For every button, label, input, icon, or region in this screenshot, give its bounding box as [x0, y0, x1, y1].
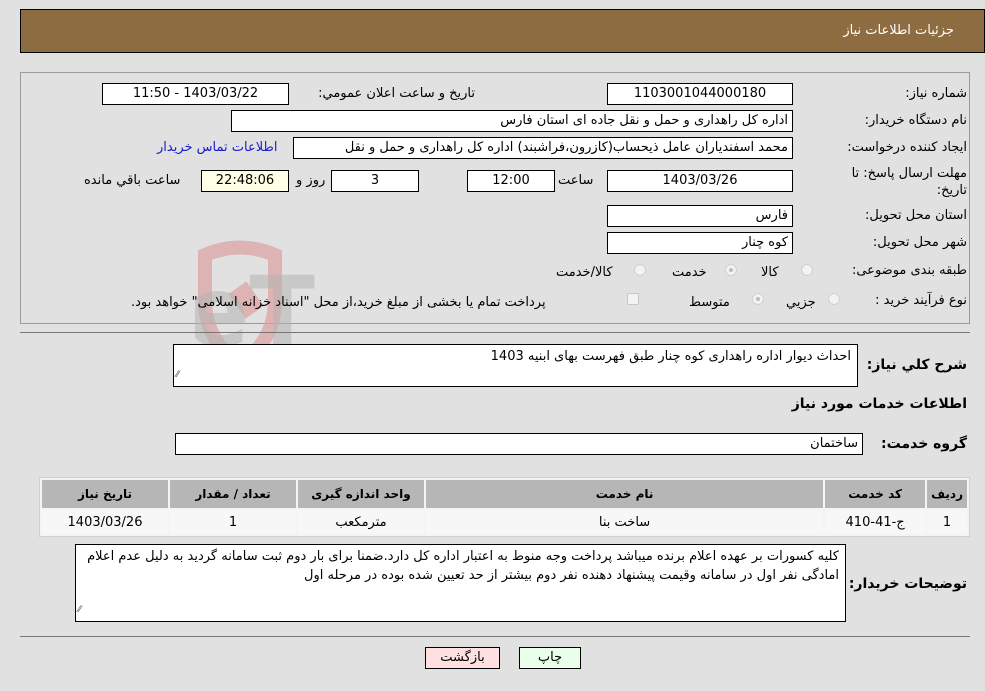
page-title: جزئیات اطلاعات نیاز: [843, 23, 954, 38]
delivery-city-field[interactable]: کوه چنار: [607, 232, 793, 254]
purchase-option-minor: جزيي: [786, 295, 816, 310]
deadline-time-label: ساعت: [558, 173, 594, 188]
deadline-date-field[interactable]: 1403/03/26: [607, 170, 793, 192]
footer-divider: [20, 636, 970, 637]
cell-service-name: ساخت بنا: [426, 510, 824, 534]
remaining-time-field: 22:48:06: [201, 170, 289, 192]
purchase-radio-minor[interactable]: [828, 293, 840, 305]
service-group-field[interactable]: ساختمان: [175, 433, 863, 455]
services-section-title: اطلاعات خدمات مورد نياز: [791, 396, 967, 412]
deadline-time-field[interactable]: 12:00: [467, 170, 555, 192]
cell-unit: مترمکعب: [298, 510, 424, 534]
deadline-label-line1: مهلت ارسال پاسخ: تا: [851, 166, 967, 181]
col-header-unit: واحد اندازه گيری: [298, 480, 424, 508]
buyer-notes-text: کلیه کسورات بر عهده اعلام برنده میباشد پ…: [87, 549, 839, 583]
print-button[interactable]: چاپ: [519, 647, 581, 669]
treasury-note: پرداخت تمام يا بخشی از مبلغ خريد،از محل …: [131, 295, 546, 310]
col-header-row-number: رديف: [927, 480, 967, 508]
description-textarea[interactable]: احداث دیوار اداره راهداری کوه چنار طبق ف…: [173, 344, 858, 387]
purchase-type-label: نوع فرآيند خريد :: [875, 293, 967, 308]
cell-need-date: 1403/03/26: [42, 510, 168, 534]
service-group-label: گروه خدمت:: [881, 436, 967, 452]
buyer-notes-textarea[interactable]: کلیه کسورات بر عهده اعلام برنده میباشد پ…: [75, 544, 846, 622]
need-number-field[interactable]: 1103001044000180: [607, 83, 793, 105]
delivery-province-field[interactable]: فارس: [607, 205, 793, 227]
announce-datetime-field[interactable]: 1403/03/22 - 11:50: [102, 83, 289, 105]
buyer-org-label: نام دستگاه خريدار:: [864, 113, 967, 128]
deadline-label-line2: تاريخ:: [936, 183, 967, 198]
resize-grip-icon[interactable]: ⁄⁄: [78, 601, 81, 620]
need-number-label: شماره نیاز:: [905, 86, 967, 101]
requester-label: ايجاد کننده درخواست:: [847, 140, 967, 155]
category-option-service: خدمت: [672, 265, 707, 280]
page-header: جزئیات اطلاعات نیاز: [20, 9, 985, 53]
table-row: 1 ج-41-410 ساخت بنا مترمکعب 1 1403/03/26: [42, 510, 967, 534]
section-divider: [20, 332, 970, 333]
category-radio-goods[interactable]: [801, 264, 813, 276]
category-option-goods: کالا: [761, 265, 779, 280]
col-header-service-code: کد خدمت: [825, 480, 926, 508]
purchase-radio-medium[interactable]: [752, 293, 764, 305]
resize-grip-icon[interactable]: ⁄⁄: [176, 366, 179, 385]
remaining-days-field[interactable]: 3: [331, 170, 419, 192]
remaining-time-label: ساعت باقي مانده: [84, 173, 181, 188]
category-radio-service[interactable]: [725, 264, 737, 276]
category-radio-goods-service[interactable]: [634, 264, 646, 276]
cell-row-number: 1: [927, 510, 967, 534]
col-header-need-date: تاريخ نياز: [42, 480, 168, 508]
table-header-row: رديف کد خدمت نام خدمت واحد اندازه گيری ت…: [42, 480, 967, 508]
description-text: احداث دیوار اداره راهداری کوه چنار طبق ف…: [490, 349, 851, 364]
cell-quantity: 1: [170, 510, 296, 534]
category-option-goods-service: کالا/خدمت: [556, 265, 613, 280]
announce-datetime-label: تاريخ و ساعت اعلان عمومي:: [318, 86, 475, 101]
purchase-option-medium: متوسط: [689, 295, 730, 310]
delivery-city-label: شهر محل تحويل:: [872, 235, 967, 250]
category-label: طبقه بندی موضوعی:: [851, 263, 967, 278]
treasury-checkbox[interactable]: [627, 293, 639, 305]
cell-service-code: ج-41-410: [825, 510, 926, 534]
requester-field[interactable]: محمد اسفندياران عامل ذيحساب(کازرون،فراشب…: [293, 137, 793, 159]
back-button[interactable]: بازگشت: [425, 647, 500, 669]
col-header-service-name: نام خدمت: [426, 480, 824, 508]
delivery-province-label: استان محل تحويل:: [865, 208, 967, 223]
description-label: شرح کلي نياز:: [866, 357, 967, 373]
days-label: روز و: [296, 173, 326, 188]
buyer-contact-link[interactable]: اطلاعات تماس خريدار: [157, 140, 277, 155]
col-header-quantity: تعداد / مقدار: [170, 480, 296, 508]
buyer-org-field[interactable]: اداره کل راهداری و حمل و نقل جاده ای است…: [231, 110, 793, 132]
buyer-notes-label: توضيحات خريدار:: [848, 576, 967, 592]
services-table: رديف کد خدمت نام خدمت واحد اندازه گيری ت…: [39, 477, 970, 537]
